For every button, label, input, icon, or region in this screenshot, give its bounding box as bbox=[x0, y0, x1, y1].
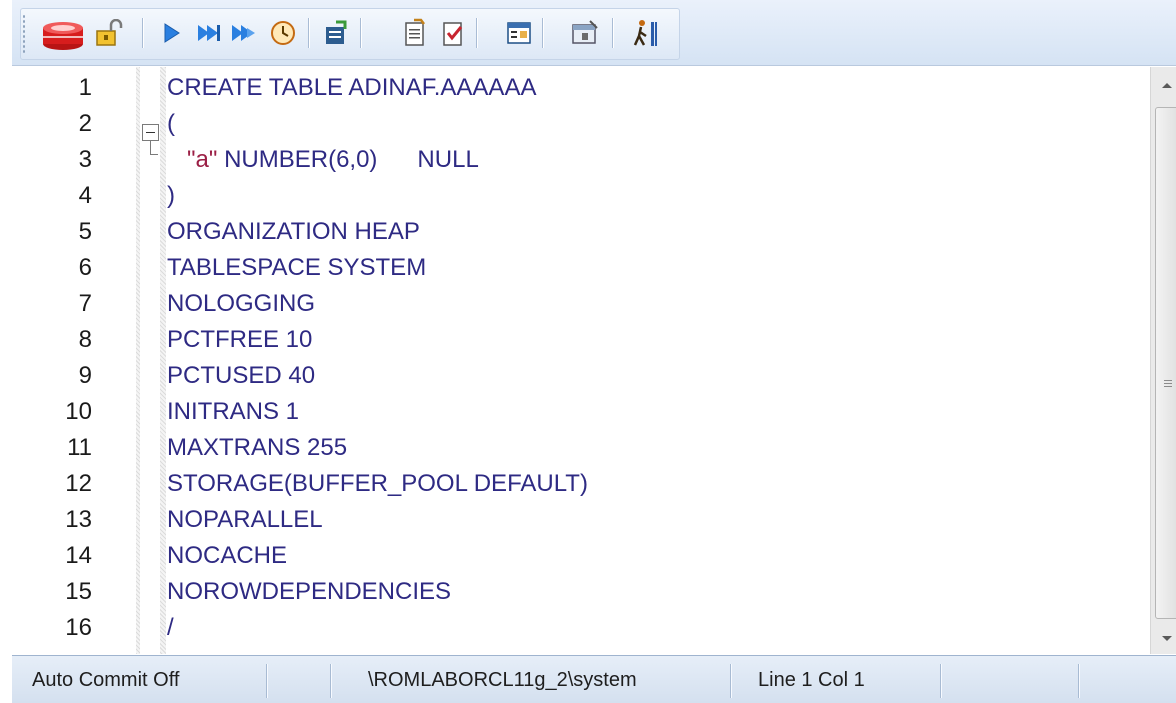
line-number: 8 bbox=[78, 326, 92, 353]
status-bar: Auto Commit Off \ROMLABORCL11g_2\system … bbox=[12, 655, 1176, 703]
code-line[interactable]: INITRANS 1 bbox=[167, 394, 299, 430]
code-line[interactable]: NOLOGGING bbox=[167, 286, 315, 322]
line-number: 7 bbox=[78, 290, 92, 317]
code-line[interactable]: CREATE TABLE ADINAF.AAAAAA bbox=[167, 70, 536, 106]
rollback-icon[interactable] bbox=[436, 16, 470, 50]
line-number: 12 bbox=[65, 470, 92, 497]
line-number: 13 bbox=[65, 506, 92, 533]
output-window-icon[interactable] bbox=[502, 16, 536, 50]
line-number-partial bbox=[12, 646, 92, 654]
line-number: 9 bbox=[78, 362, 92, 389]
line-number: 3 bbox=[78, 146, 92, 173]
lock-icon[interactable] bbox=[92, 16, 126, 50]
line-number: 15 bbox=[65, 578, 92, 605]
string-literal: "a" bbox=[187, 146, 218, 173]
scroll-thumb[interactable] bbox=[1155, 107, 1176, 619]
line-number: 11 bbox=[67, 434, 92, 461]
code-line[interactable]: TABLESPACE SYSTEM bbox=[167, 250, 426, 286]
line-number: 2 bbox=[78, 110, 92, 137]
line-number-gutter: 1 2 3 4 5 6 7 8 9 10 11 12 13 14 15 16 bbox=[12, 67, 136, 654]
code-line[interactable]: NOPARALLEL bbox=[167, 502, 323, 538]
extra-status bbox=[1092, 662, 1172, 698]
execute-step-icon[interactable] bbox=[192, 16, 226, 50]
code-line[interactable]: PCTFREE 10 bbox=[167, 322, 312, 358]
toolbar-separator bbox=[542, 18, 543, 48]
commit-icon[interactable] bbox=[398, 16, 432, 50]
line-number: 1 bbox=[78, 74, 92, 101]
line-number: 5 bbox=[78, 218, 92, 245]
code-text: NUMBER(6,0) NULL bbox=[217, 146, 479, 173]
toolbar-separator bbox=[476, 18, 477, 48]
cursor-position-status: Line 1 Col 1 bbox=[758, 669, 865, 691]
code-line[interactable]: PCTUSED 40 bbox=[167, 358, 315, 394]
execute-icon[interactable] bbox=[154, 16, 188, 50]
code-line[interactable]: "a" NUMBER(6,0) NULL bbox=[167, 142, 479, 178]
line-number: 14 bbox=[65, 542, 92, 569]
sql-editor[interactable]: 1 2 3 4 5 6 7 8 9 10 11 12 13 14 15 16 CREATE TABLE ADI… bbox=[12, 67, 1150, 654]
toolbar bbox=[12, 0, 1176, 66]
fold-toggle-icon[interactable] bbox=[142, 124, 159, 141]
history-clock-icon[interactable] bbox=[266, 16, 300, 50]
line-number: 10 bbox=[65, 398, 92, 425]
exit-icon[interactable] bbox=[628, 16, 662, 50]
toolbar-separator bbox=[612, 18, 613, 48]
toolbar-separator bbox=[142, 18, 143, 48]
fold-margin bbox=[136, 67, 166, 654]
options-icon[interactable] bbox=[568, 16, 602, 50]
line-number: 4 bbox=[78, 182, 92, 209]
editor-window: 1 2 3 4 5 6 7 8 9 10 11 12 13 14 15 16 CREATE TABLE ADI… bbox=[0, 0, 1176, 703]
code-line[interactable]: MAXTRANS 255 bbox=[167, 430, 347, 466]
explain-plan-icon[interactable] bbox=[318, 16, 352, 50]
connection-status: \ROMLABORCL11g_2\system bbox=[368, 669, 637, 691]
connect-database-icon[interactable] bbox=[38, 16, 88, 50]
scroll-down-icon[interactable] bbox=[1151, 623, 1176, 655]
code-line[interactable]: STORAGE(BUFFER_POOL DEFAULT) bbox=[167, 466, 588, 502]
code-line[interactable]: ) bbox=[167, 178, 175, 214]
code-line[interactable]: / bbox=[167, 610, 174, 646]
code-line[interactable]: ORGANIZATION HEAP bbox=[167, 214, 420, 250]
scroll-up-icon[interactable] bbox=[1151, 69, 1176, 101]
code-line[interactable]: NOCACHE bbox=[167, 538, 287, 574]
execute-script-icon[interactable] bbox=[228, 16, 262, 50]
code-line[interactable]: NOROWDEPENDENCIES bbox=[167, 574, 451, 610]
toolbar-separator bbox=[308, 18, 309, 48]
line-number: 16 bbox=[65, 614, 92, 641]
toolbar-separator bbox=[360, 18, 361, 48]
toolbar-grip[interactable] bbox=[22, 14, 26, 54]
vertical-scrollbar[interactable] bbox=[1150, 67, 1176, 654]
code-line[interactable]: ( bbox=[167, 106, 175, 142]
commit-mode-status: Auto Commit Off bbox=[32, 669, 180, 691]
line-number: 6 bbox=[78, 254, 92, 281]
